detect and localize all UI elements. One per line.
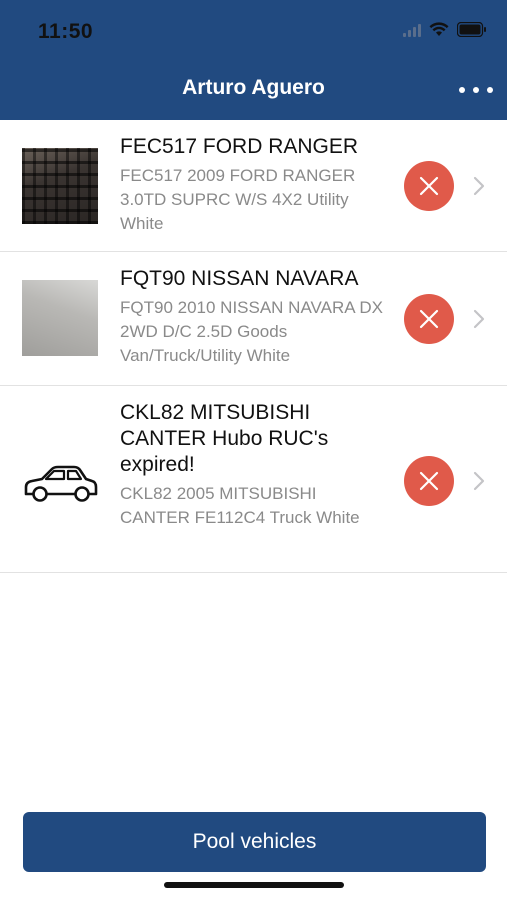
wifi-icon xyxy=(429,22,449,37)
car-icon xyxy=(22,444,98,520)
list-item[interactable]: FQT90 NISSAN NAVARA FQT90 2010 NISSAN NA… xyxy=(0,252,507,386)
close-icon xyxy=(419,471,439,491)
vehicle-title: CKL82 MITSUBISHI CANTER Hubo RUC's expir… xyxy=(120,401,329,476)
close-icon xyxy=(419,309,439,329)
vehicle-subtitle: FEC517 2009 FORD RANGER 3.0TD SUPRC W/S … xyxy=(120,166,356,233)
list-item[interactable]: CKL82 MITSUBISHI CANTER Hubo RUC's expir… xyxy=(0,386,507,573)
vehicle-list: FEC517 FORD RANGER FEC517 2009 FORD RANG… xyxy=(0,120,507,573)
top-bar: 11:50 Arturo Aguero xyxy=(0,0,507,120)
vehicle-subtitle: FQT90 2010 NISSAN NAVARA DX 2WD D/C 2.5D… xyxy=(120,298,383,365)
chevron-right-icon xyxy=(473,309,485,329)
vehicle-thumbnail xyxy=(22,280,98,356)
vehicle-title: FQT90 NISSAN NAVARA xyxy=(120,267,359,290)
status-time: 11:50 xyxy=(38,20,94,43)
vehicle-thumbnail xyxy=(22,148,98,224)
vehicle-subtitle: CKL82 2005 MITSUBISHI CANTER FE112C4 Tru… xyxy=(120,484,360,527)
vehicle-text: FEC517 FORD RANGER FEC517 2009 FORD RANG… xyxy=(120,134,388,236)
page-title: Arturo Aguero xyxy=(182,76,325,99)
chevron-right-icon xyxy=(473,471,485,491)
status-icons xyxy=(403,22,487,37)
home-indicator[interactable] xyxy=(164,882,344,888)
remove-vehicle-button[interactable] xyxy=(404,161,454,211)
close-icon xyxy=(419,176,439,196)
screen: 11:50 Arturo Aguero FEC517 FORD RANGER F… xyxy=(0,0,507,900)
battery-icon xyxy=(457,22,487,37)
vehicle-title: FEC517 FORD RANGER xyxy=(120,135,359,158)
chevron-right-icon xyxy=(473,176,485,196)
remove-vehicle-button[interactable] xyxy=(404,456,454,506)
cellular-signal-icon xyxy=(403,23,421,37)
list-item[interactable]: FEC517 FORD RANGER FEC517 2009 FORD RANG… xyxy=(0,120,507,252)
pool-vehicles-button[interactable]: Pool vehicles xyxy=(23,812,486,872)
vehicle-text: CKL82 MITSUBISHI CANTER Hubo RUC's expir… xyxy=(120,400,388,530)
vehicle-text: FQT90 NISSAN NAVARA FQT90 2010 NISSAN NA… xyxy=(120,266,388,368)
remove-vehicle-button[interactable] xyxy=(404,294,454,344)
more-options-icon[interactable] xyxy=(459,80,493,100)
